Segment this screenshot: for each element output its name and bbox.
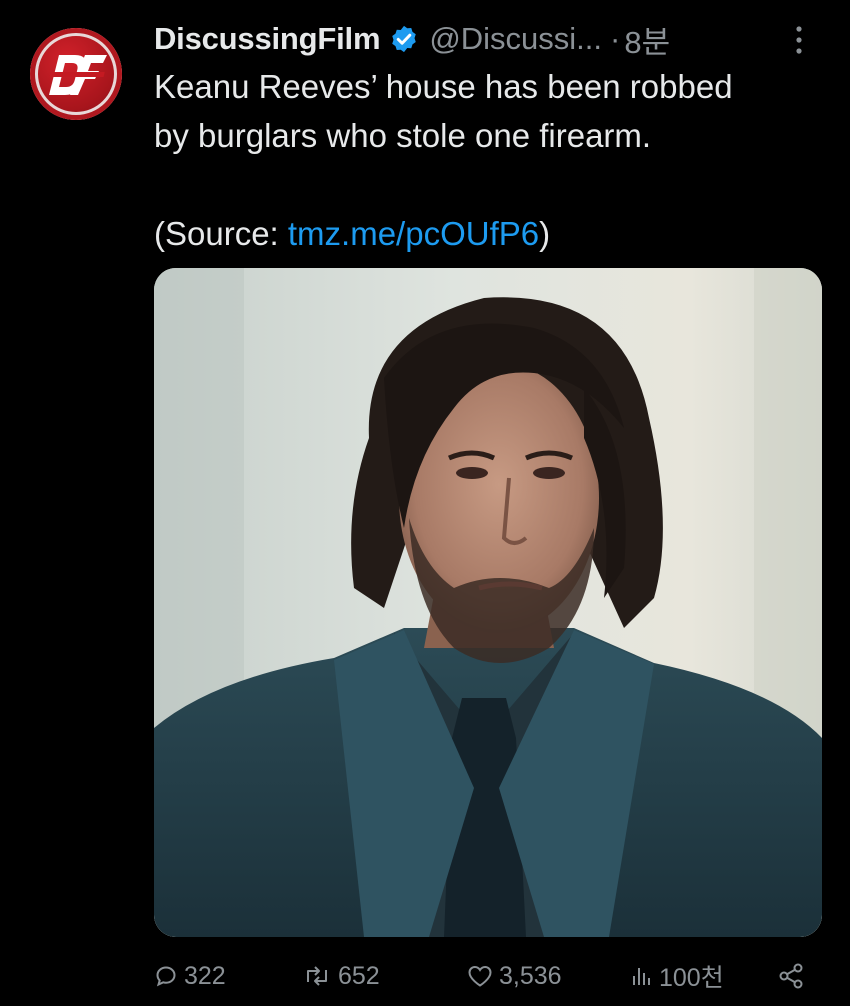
source-link[interactable]: tmz.me/pcOUfP6	[288, 215, 539, 252]
share-button[interactable]	[777, 954, 805, 998]
heart-icon	[468, 965, 492, 987]
reply-icon	[156, 966, 176, 987]
like-count: 3,536	[499, 961, 562, 990]
more-options-icon[interactable]	[791, 22, 807, 58]
source-line: (Source: tmz.me/pcOUfP6)	[154, 209, 826, 258]
views-icon	[633, 968, 650, 985]
like-button[interactable]: 3,536	[467, 954, 562, 998]
reply-count: 322	[184, 961, 226, 990]
views-count: 100천	[659, 964, 724, 992]
tweet[interactable]: DiscussingFilm @Discussi... · 8분 Keanu R…	[0, 0, 850, 1006]
separator-dot: ·	[610, 21, 621, 56]
tweet-text: Keanu Reeves’ house has been robbed by b…	[154, 62, 826, 258]
display-name[interactable]: DiscussingFilm	[154, 21, 381, 57]
repost-button[interactable]: 652	[302, 954, 380, 998]
share-icon	[779, 963, 803, 989]
timestamp[interactable]: 8분	[624, 17, 670, 62]
source-prefix: (Source:	[154, 215, 288, 252]
action-bar: 322 652 3,536 100천	[154, 954, 814, 998]
repost-count: 652	[338, 961, 380, 990]
handle[interactable]: @Discussi...	[429, 21, 602, 57]
tweet-header: DiscussingFilm @Discussi... · 8분	[154, 14, 670, 64]
avatar[interactable]	[30, 28, 122, 120]
verified-badge-icon[interactable]	[389, 24, 419, 54]
discussingfilm-logo-icon	[49, 55, 107, 95]
photo-of-man-in-dark-suit	[154, 268, 822, 937]
tweet-text-line: Keanu Reeves’ house has been robbed	[154, 68, 733, 105]
tweet-text-line: by burglars who stole one firearm.	[154, 117, 652, 154]
repost-icon	[307, 966, 327, 986]
tweet-image[interactable]	[154, 268, 822, 937]
views-button[interactable]: 100천	[629, 954, 724, 998]
reply-button[interactable]: 322	[154, 954, 226, 998]
source-suffix: )	[539, 215, 551, 252]
